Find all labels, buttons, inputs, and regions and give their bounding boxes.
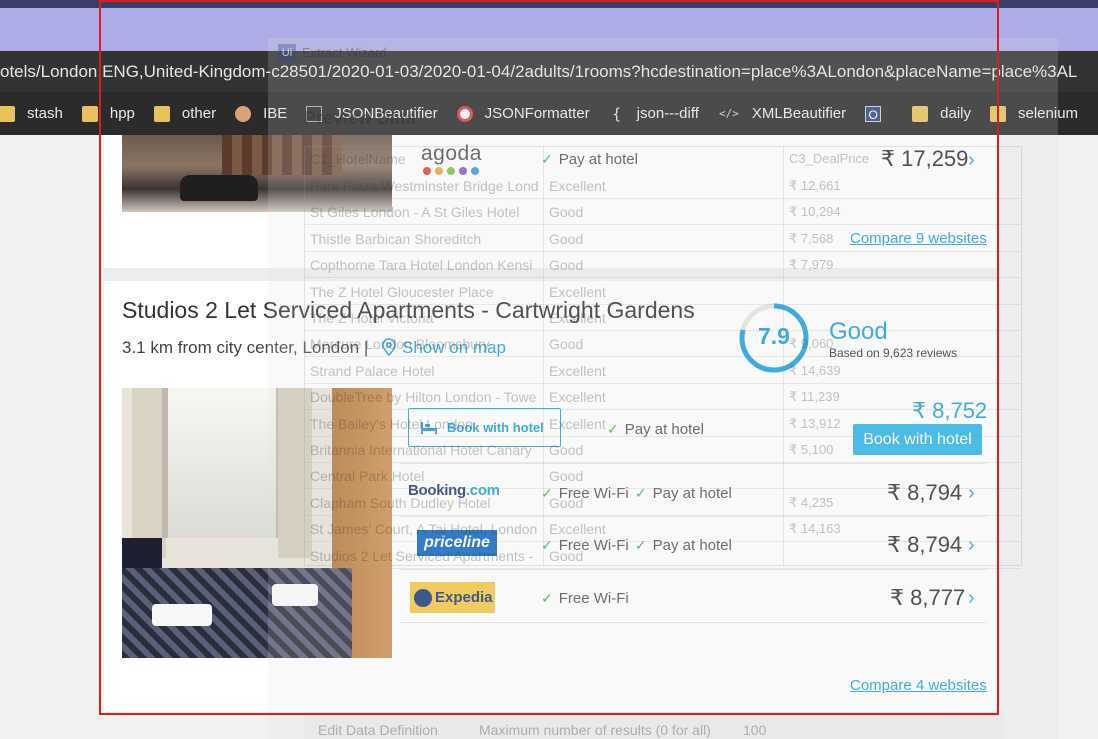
preview-cell: Park Plaza Westminster Bridge Lond <box>310 178 539 194</box>
bookmark-xmlbeautifier[interactable]: </> XMLBeautifier <box>718 105 846 122</box>
bookmark-hpp[interactable]: hpp <box>81 105 135 122</box>
title-strip <box>0 8 1098 51</box>
preview-cell: Good <box>549 257 584 274</box>
folder-icon <box>81 105 98 122</box>
preview-cell: ₹ 14,639 <box>789 362 841 378</box>
preview-cell: ₹ 9,060 <box>789 336 834 352</box>
preview-cell: Mercure London Bloomsbury <box>310 336 490 353</box>
folder-icon <box>912 105 929 122</box>
folder-icon <box>990 105 1006 122</box>
bookmark-label: daily <box>940 105 971 122</box>
url-text: otels/London,ENG,United-Kingdom-c28501/2… <box>0 62 1078 81</box>
check-icon: ✓ <box>541 590 553 606</box>
preview-cell: The Z Hotel Gloucester Place <box>310 283 494 300</box>
bookmark-label: selenium <box>1018 105 1079 122</box>
preview-cell: ₹ 14,163 <box>789 521 841 537</box>
bookmark-ibe[interactable]: IBE <box>235 105 287 122</box>
preview-cell: Excellent <box>549 362 606 379</box>
bookmark-jsonformatter[interactable]: JSONFormatter <box>456 105 590 122</box>
preview-cell: Clapham South Dudley Hotel <box>310 494 491 511</box>
preview-cell: Excellent <box>549 521 606 538</box>
preview-cell: Excellent <box>549 178 606 194</box>
bookmark-o[interactable]: O <box>865 105 893 122</box>
bookmark-daily[interactable]: daily <box>912 105 971 122</box>
preview-cell: Excellent <box>549 283 606 300</box>
preview-cell: Good <box>549 468 584 485</box>
preview-cell: ₹ 5,100 <box>789 442 834 457</box>
folder-icon <box>0 105 15 122</box>
preview-cell: Britannia International Hotel Canary <box>310 442 532 458</box>
preview-cell: Excellent <box>549 310 606 326</box>
preview-cell: Strand Palace Hotel <box>310 362 435 379</box>
preview-cell: Thistle Barbican Shoreditch <box>310 230 482 247</box>
wizard-title: Extract Wizard <box>302 45 387 60</box>
preview-header-price: C3_DealPrice <box>789 151 870 166</box>
expedia-logo[interactable]: Expedia <box>410 582 495 613</box>
xml-icon: </> <box>718 106 739 120</box>
preview-cell: Good <box>549 336 584 353</box>
preview-cell: ₹ 11,239 <box>789 389 840 405</box>
preview-cell: DoubleTree by Hilton London - Towe <box>310 389 537 406</box>
address-bar[interactable]: otels/London,ENG,United-Kingdom-c28501/2… <box>0 51 1098 92</box>
bookmark-selenium[interactable]: selenium <box>990 105 1078 122</box>
wizard-app-icon: Ui <box>278 44 296 62</box>
preview-cell: Good <box>549 442 584 458</box>
preview-cell: ₹ 12,661 <box>789 178 841 193</box>
preview-cell: St Giles London - A St Giles Hotel <box>310 204 520 221</box>
row-divider <box>400 622 986 623</box>
o-icon: O <box>865 105 882 122</box>
edit-data-definition-button[interactable]: Edit Data Definition <box>318 722 438 738</box>
bookmark-label: JSONFormatter <box>484 105 590 122</box>
preview-cell: The Z Hotel Victoria <box>310 310 434 326</box>
opera-icon <box>456 105 473 122</box>
preview-cell: Good <box>549 547 584 564</box>
chevron-right-icon[interactable]: › <box>968 587 975 610</box>
bookmark-label: XMLBeautifier <box>751 105 847 122</box>
compare-link-card2[interactable]: Compare 4 websites <box>850 677 987 694</box>
row-divider <box>400 569 986 570</box>
bookmark-other[interactable]: other <box>153 105 217 122</box>
bookmark-label: IBE <box>263 105 288 122</box>
preview-cell: Copthorne Tara Hotel London Kensi <box>310 257 533 274</box>
bookmark-label: hpp <box>109 105 135 122</box>
preview-cell: Excellent <box>549 389 606 406</box>
plane-icon <box>414 588 432 607</box>
screen: otels/London,ENG,United-Kingdom-c28501/2… <box>0 0 1098 739</box>
wizard-subtitle: Preview Data <box>304 108 417 128</box>
bookmark-stash[interactable]: stash <box>0 105 63 122</box>
preview-cell: ₹ 7,979 <box>789 257 834 273</box>
preview-cell: Good <box>549 204 584 221</box>
brace-icon: { <box>612 104 622 123</box>
preview-cell: ₹ 10,294 <box>789 204 841 220</box>
preview-cell: ₹ 13,912 <box>789 415 841 431</box>
preview-cell: Good <box>549 494 584 511</box>
bookmarks-bar: stash hpp other IBE JSONBeautifier JSONFormat… <box>0 92 1098 135</box>
bookmark-label: json---diff <box>636 105 699 122</box>
expedia-features: ✓ Free Wi-Fi <box>541 590 629 607</box>
preview-header-name: C1_HotelName <box>310 151 406 167</box>
preview-cell: Good <box>549 230 584 247</box>
preview-cell: The Bailey's Hotel London <box>310 415 473 432</box>
bookmark-json-diff[interactable]: { json---diff <box>609 105 699 122</box>
folder-icon <box>153 105 170 122</box>
bookmark-label: other <box>181 105 217 122</box>
preview-cell: St James' Court, A Taj Hotel, London <box>310 521 538 538</box>
max-results-input[interactable]: 100 <box>743 722 766 738</box>
bookmark-label: stash <box>27 105 63 122</box>
max-results-label: Maximum number of results (0 for all) <box>479 722 711 738</box>
preview-cell: Central Park Hotel <box>310 468 425 485</box>
preview-cell: Studios 2 Let Serviced Apartments - <box>310 547 534 564</box>
preview-cell: ₹ 7,568 <box>789 230 834 246</box>
preview-cell: Excellent <box>549 415 606 432</box>
ibe-icon <box>235 105 252 122</box>
preview-cell: ₹ 4,235 <box>789 494 834 510</box>
window-top-bar <box>0 0 1098 8</box>
expedia-price[interactable]: ₹ 8,777 <box>890 585 965 611</box>
